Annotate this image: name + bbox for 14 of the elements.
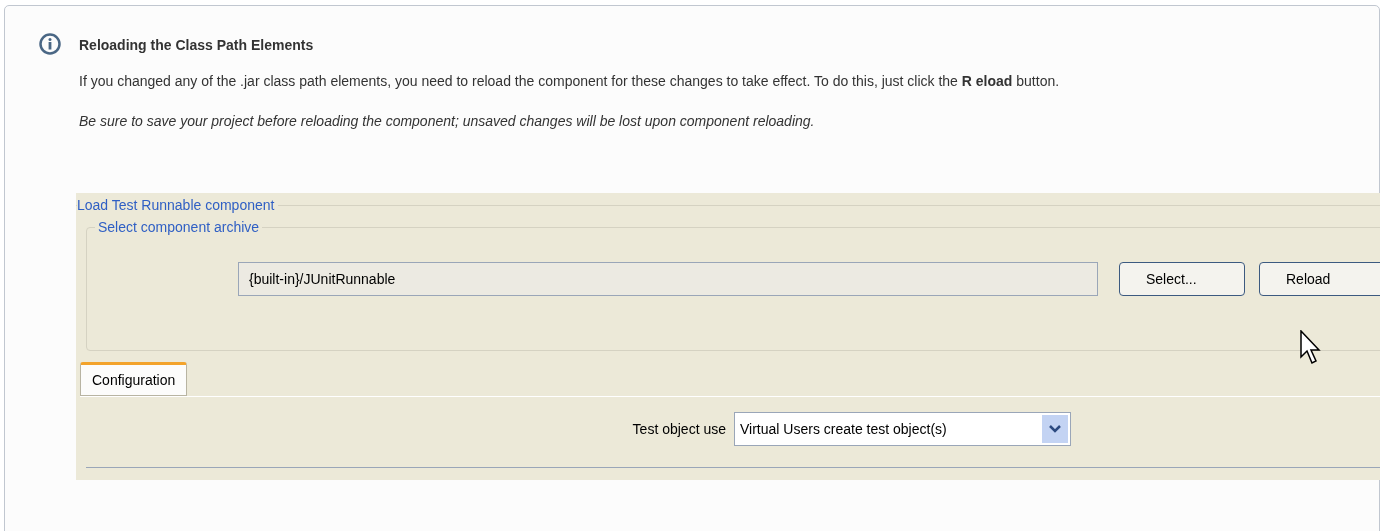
test-object-dropdown[interactable]: Virtual Users create test object(s): [734, 412, 1071, 446]
section-title: Load Test Runnable component: [77, 196, 279, 214]
dialog-button[interactable]: Reload: [1259, 262, 1380, 296]
tab[interactable]: Configuration: [80, 362, 188, 396]
note-paragraph: If you changed any of the .jar class path elements, you need to reload the component for these changes to take effect. To do this, just click the R eload button.: [79, 72, 1061, 91]
dialog-button[interactable]: Select...: [1119, 262, 1245, 296]
group-title: Select component archive: [95, 218, 263, 236]
field-label: Test object use: [632, 419, 726, 439]
note-paragraph: Be sure to save your project before reloading the component; unsaved changes will be lost upon component reloading.: [79, 112, 816, 131]
note-title: Reloading the Class Path Elements: [79, 36, 315, 55]
info-icon: [39, 33, 61, 55]
chevron-down-icon: [1042, 415, 1068, 443]
archive-field[interactable]: {built-in}/JUnitRunnable: [238, 262, 1098, 296]
dropdown-value: Virtual Users create test object(s): [740, 419, 947, 439]
